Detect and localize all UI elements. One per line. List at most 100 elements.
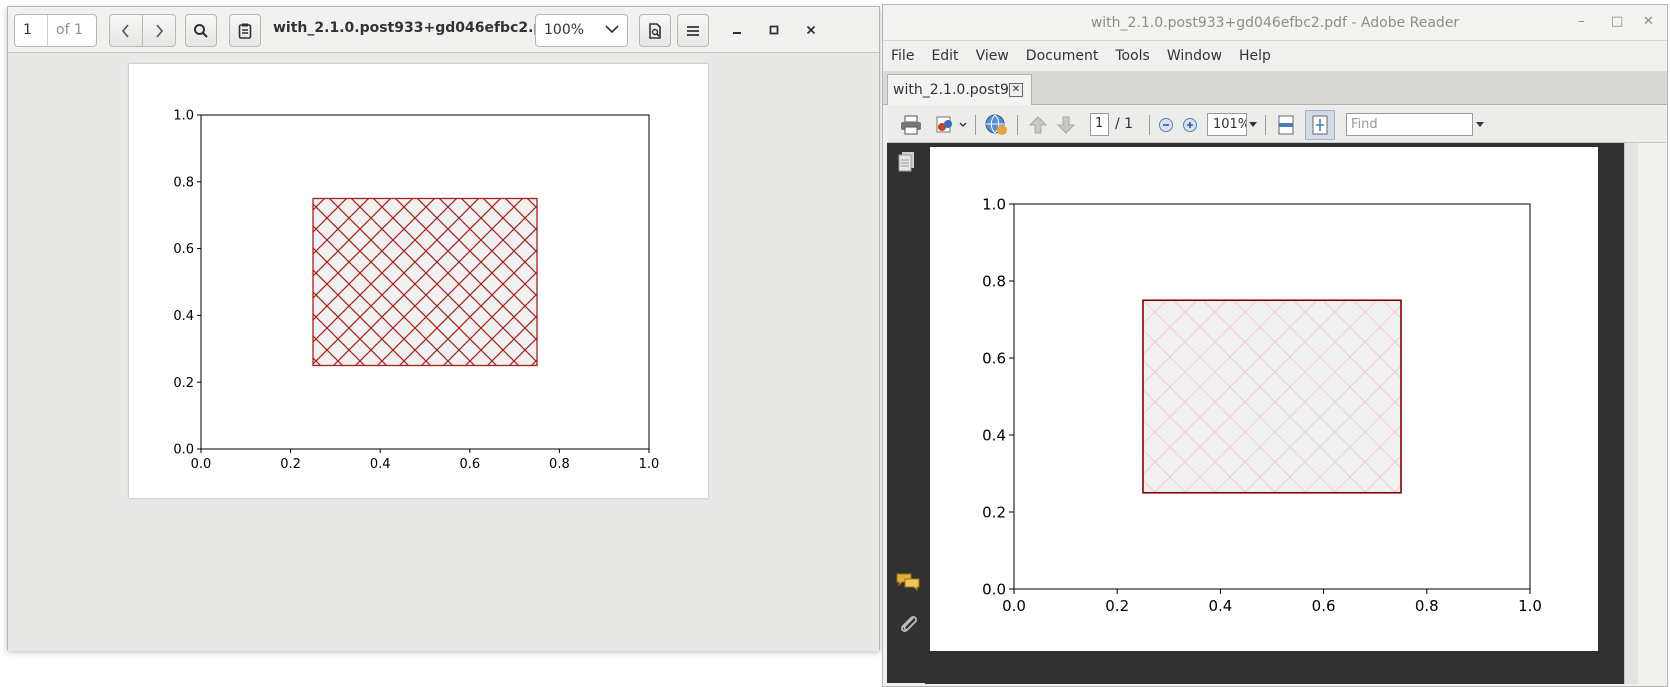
close-icon [806, 25, 816, 35]
toolbar-separator [975, 115, 976, 135]
toolbar-separator [1017, 115, 1018, 135]
zoom-out-button[interactable] [1157, 112, 1175, 138]
main-menu-button[interactable] [677, 14, 709, 47]
y-tick-label: 0.4 [982, 426, 1006, 444]
annotations-icon [238, 23, 252, 39]
web-button[interactable] [983, 112, 1009, 138]
chevron-right-icon [156, 23, 164, 38]
menu-view[interactable]: View [968, 41, 1018, 71]
y-tick-label: 0.8 [982, 272, 1006, 290]
close-tab-icon[interactable]: ✕ [1009, 83, 1023, 97]
globe-icon [985, 114, 1007, 135]
fit-width-icon [1278, 115, 1294, 135]
toolbar-separator [1149, 115, 1150, 135]
previous-page-button[interactable] [1027, 112, 1049, 138]
navigation-panel [887, 143, 925, 683]
y-tick-label: 0.0 [173, 443, 194, 458]
vertical-scrollbar[interactable] [1624, 143, 1638, 684]
menu-bar: File Edit View Document Tools Window Hel… [883, 41, 1667, 71]
maximize-button[interactable] [763, 19, 785, 41]
document-title: with_2.1.0.post933+gd046efbc2.pdf [273, 20, 560, 36]
search-button[interactable] [185, 14, 217, 47]
fit-width-button[interactable] [1275, 112, 1297, 138]
document-tab[interactable]: with_2.1.0.post9... ✕ [887, 74, 1032, 105]
next-page-button[interactable] [1055, 112, 1077, 138]
x-tick-label: 0.2 [1105, 597, 1129, 615]
x-tick-label: 1.0 [639, 457, 660, 472]
arrow-up-icon [1029, 116, 1047, 134]
previous-page-button[interactable] [109, 14, 143, 47]
zoom-in-icon [1183, 118, 1197, 132]
y-tick-label: 0.8 [173, 175, 194, 190]
page-number-field[interactable]: 1 of 1 [14, 14, 97, 47]
fit-page-icon [1312, 115, 1328, 135]
menu-window[interactable]: Window [1159, 41, 1231, 71]
print-button[interactable] [899, 112, 923, 138]
document-canvas[interactable]: 0.0 0.2 0.4 0.6 0.8 1.0 0.0 0.2 0.4 0.6 0.8 1.0 [8, 53, 879, 651]
annotations-button[interactable] [229, 14, 261, 47]
document-properties-icon [649, 22, 661, 39]
find-input[interactable]: Find [1346, 113, 1473, 136]
y-tick-label: 0.4 [173, 309, 194, 324]
zoom-input[interactable]: 101% [1207, 113, 1247, 136]
share-icon [936, 116, 967, 133]
chart: 0.0 0.2 0.4 0.6 0.8 1.0 0.0 0.2 0.4 0.6 0.8 1.0 [173, 109, 660, 472]
maximize-icon[interactable]: □ [1611, 14, 1623, 29]
title-bar: with_2.1.0.post933+gd046efbc2.pdf - Adob… [883, 5, 1667, 41]
share-button[interactable] [933, 112, 969, 138]
x-tick-label: 0.6 [1312, 597, 1336, 615]
hamburger-menu-icon [687, 25, 699, 36]
menu-tools[interactable]: Tools [1107, 41, 1159, 71]
page-count-label: of 1 [56, 22, 83, 38]
y-tick-label: 0.6 [982, 349, 1006, 367]
document-properties-button[interactable] [639, 14, 671, 47]
zoom-in-button[interactable] [1181, 112, 1199, 138]
minimize-icon[interactable]: – [1578, 14, 1585, 29]
chevron-down-icon[interactable] [1249, 122, 1257, 128]
page-number-input[interactable]: 1 [15, 15, 48, 46]
x-tick-label: 1.0 [1518, 597, 1542, 615]
document-tab-strip: with_2.1.0.post9... ✕ [883, 71, 1667, 105]
adobe-reader-window: with_2.1.0.post933+gd046efbc2.pdf - Adob… [882, 4, 1668, 687]
hatched-rectangle [312, 197, 538, 367]
search-icon [194, 23, 208, 38]
attachments-panel-icon[interactable] [898, 612, 918, 634]
page-nav-group [109, 14, 176, 47]
menu-file[interactable]: File [883, 41, 923, 71]
close-button[interactable] [800, 19, 822, 41]
close-icon[interactable]: ✕ [1643, 14, 1654, 29]
next-page-button[interactable] [143, 14, 176, 47]
x-tick-label: 0.2 [280, 457, 301, 472]
pages-panel-icon[interactable] [898, 151, 916, 173]
page-number-input[interactable]: 1 [1090, 113, 1109, 136]
comments-panel-icon[interactable] [896, 572, 920, 592]
minimize-button[interactable] [726, 19, 748, 41]
pdf-page: 0.0 0.2 0.4 0.6 0.8 1.0 0.0 0.2 0.4 0.6 0.8 1.0 [129, 64, 708, 498]
menu-document[interactable]: Document [1018, 41, 1108, 71]
pdf-page: 0.0 0.2 0.4 0.6 0.8 1.0 0.0 0.2 0.4 0.6 0.8 1.0 [930, 147, 1598, 651]
window-title: with_2.1.0.post933+gd046efbc2.pdf - Adob… [1090, 15, 1460, 31]
x-tick-label: 0.4 [370, 457, 391, 472]
zoom-select[interactable]: 100% [535, 14, 628, 47]
x-tick-label: 0.0 [191, 457, 212, 472]
menu-edit[interactable]: Edit [923, 41, 967, 71]
y-tick-label: 0.2 [982, 503, 1006, 521]
zoom-value: 100% [544, 22, 585, 38]
x-tick-label: 0.0 [1002, 597, 1026, 615]
document-view[interactable]: 0.0 0.2 0.4 0.6 0.8 1.0 0.0 0.2 0.4 0.6 0.8 1.0 [925, 143, 1624, 684]
document-tab-label: with_2.1.0.post9... [893, 82, 1023, 98]
y-tick-label: 1.0 [173, 109, 194, 124]
fit-page-button[interactable] [1305, 110, 1335, 140]
minimize-icon [733, 32, 741, 34]
y-tick-label: 0.6 [173, 242, 194, 257]
chevron-down-icon[interactable] [1476, 122, 1484, 128]
toolbar-separator [1265, 115, 1266, 135]
hatched-rectangle [1142, 299, 1402, 494]
menu-help[interactable]: Help [1231, 41, 1280, 71]
x-tick-label: 0.8 [549, 457, 570, 472]
chart: 0.0 0.2 0.4 0.6 0.8 1.0 0.0 0.2 0.4 0.6 0.8 1.0 [982, 195, 1542, 615]
print-icon [901, 115, 921, 135]
y-tick-label: 0.0 [982, 580, 1006, 598]
toolbar: 1 / 1 101% Find [887, 106, 1666, 143]
chevron-left-icon [121, 23, 129, 38]
